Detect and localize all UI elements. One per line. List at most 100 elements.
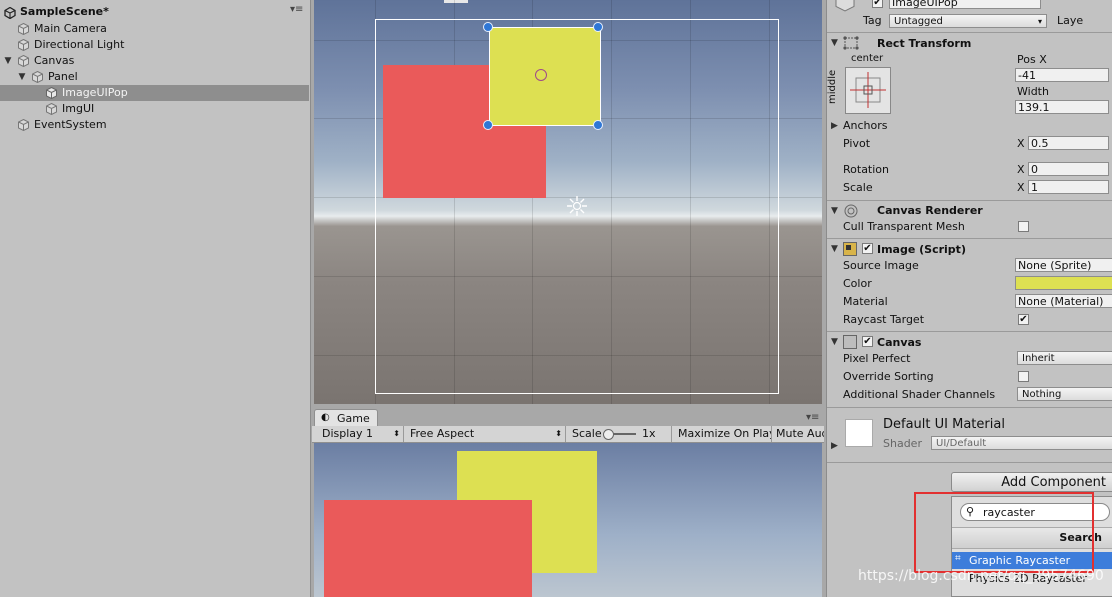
- scene-view[interactable]: [314, 0, 822, 404]
- shader-channels-dropdown[interactable]: Nothing: [1017, 387, 1112, 401]
- raycast-target-checkbox[interactable]: ✔: [1018, 314, 1029, 325]
- scale-x-label: X: [1017, 181, 1025, 194]
- tag-dropdown[interactable]: Untagged ▾: [889, 14, 1047, 28]
- cull-checkbox[interactable]: [1018, 221, 1029, 232]
- display-value: Display 1: [322, 427, 374, 440]
- hierarchy-item-imgui[interactable]: ImgUI: [0, 101, 309, 117]
- shader-dropdown[interactable]: UI/Default: [931, 436, 1112, 450]
- material-preview: [845, 419, 873, 447]
- pivot-handle[interactable]: [535, 69, 547, 81]
- scale-control: Scale 1x: [566, 426, 672, 442]
- dropdown-arrows-icon: ⬍: [393, 429, 400, 438]
- rotation-label: Rotation: [843, 163, 890, 176]
- pivot-label: Pivot: [843, 137, 871, 150]
- menu-icon[interactable]: ▾≡: [290, 4, 303, 15]
- expand-arrow-icon[interactable]: ▼: [18, 69, 26, 85]
- hierarchy-panel: SampleScene* ▾≡ Main Camera Directional …: [0, 0, 311, 597]
- anchor-presets-button[interactable]: [845, 67, 891, 114]
- rect-handle-bottom-right[interactable]: [593, 120, 603, 130]
- layer-label: Laye: [1057, 14, 1084, 27]
- aspect-dropdown[interactable]: Free Aspect ⬍: [404, 426, 566, 442]
- rotation-x-value: 0: [1031, 163, 1038, 176]
- hierarchy-item-main-camera[interactable]: Main Camera: [0, 21, 309, 37]
- pixel-perfect-value: Inherit: [1022, 353, 1055, 364]
- foldout-arrow-icon[interactable]: ▼: [831, 337, 838, 347]
- object-name-field[interactable]: ImageUIPop: [889, 0, 1041, 9]
- game-viewport: [314, 443, 822, 597]
- canvas-component-icon: [843, 335, 857, 349]
- scene-header[interactable]: SampleScene* ▾≡: [0, 3, 308, 21]
- foldout-arrow-icon[interactable]: ▼: [831, 244, 838, 254]
- material-label: Material: [843, 295, 888, 308]
- override-sorting-checkbox[interactable]: [1018, 371, 1029, 382]
- rotation-x-field[interactable]: 0: [1028, 162, 1109, 176]
- divider: [827, 200, 1112, 201]
- menu-icon[interactable]: ▾≡: [806, 412, 819, 423]
- rect-handle-bottom-left[interactable]: [483, 120, 493, 130]
- foldout-arrow-icon[interactable]: ▼: [831, 206, 838, 216]
- width-field[interactable]: 139.1: [1015, 100, 1109, 114]
- material-field[interactable]: None (Material): [1015, 294, 1112, 308]
- hierarchy-item-label: EventSystem: [34, 118, 107, 131]
- pixel-perfect-dropdown[interactable]: Inherit: [1017, 351, 1112, 365]
- tag-value: Untagged: [894, 16, 943, 27]
- tab-game[interactable]: ◐ Game: [314, 409, 378, 427]
- foldout-arrow-icon[interactable]: ▼: [831, 38, 838, 48]
- scale-x-field[interactable]: 1: [1028, 180, 1109, 194]
- gameobject-icon: [46, 103, 57, 115]
- scale-value: 1x: [642, 427, 656, 440]
- hierarchy-item-label: ImageUIPop: [62, 86, 128, 99]
- shader-channels-label: Additional Shader Channels: [843, 388, 996, 401]
- hierarchy-item-imageuipop[interactable]: ImageUIPop: [0, 85, 309, 101]
- scale-slider-thumb[interactable]: [603, 429, 614, 440]
- scene-tab[interactable]: [444, 0, 468, 3]
- hierarchy-item-eventsystem[interactable]: EventSystem: [0, 117, 309, 133]
- source-image-label: Source Image: [843, 259, 919, 272]
- shader-value: UI/Default: [936, 438, 987, 449]
- anchor-horizontal-label: center: [851, 53, 884, 64]
- pivot-x-field[interactable]: 0.5: [1028, 136, 1109, 150]
- cull-label: Cull Transparent Mesh: [843, 220, 965, 233]
- override-sorting-label: Override Sorting: [843, 370, 934, 383]
- scene-title: SampleScene*: [20, 5, 109, 18]
- hierarchy-item-canvas[interactable]: ▼ Canvas: [0, 53, 309, 69]
- hierarchy-item-label: Canvas: [34, 54, 75, 67]
- image-enabled-checkbox[interactable]: ✔: [862, 243, 873, 254]
- hierarchy-item-panel[interactable]: ▼ Panel: [0, 69, 309, 85]
- width-value: 139.1: [1018, 101, 1050, 114]
- rect-handle-top-right[interactable]: [593, 22, 603, 32]
- foldout-arrow-icon[interactable]: ▶: [831, 441, 838, 451]
- canvas-enabled-checkbox[interactable]: ✔: [862, 336, 873, 347]
- display-dropdown[interactable]: Display 1 ⬍: [316, 426, 404, 442]
- add-component-label: Add Component: [1001, 475, 1106, 490]
- add-component-button[interactable]: Add Component: [951, 472, 1112, 492]
- divider: [827, 238, 1112, 239]
- width-label: Width: [1017, 85, 1049, 98]
- hierarchy-item-directional-light[interactable]: Directional Light: [0, 37, 309, 53]
- mute-label: Mute Aud: [776, 427, 824, 440]
- maximize-on-play-toggle[interactable]: Maximize On Play: [672, 426, 772, 442]
- rect-transform-icon: [843, 36, 859, 50]
- source-image-field[interactable]: None (Sprite): [1015, 258, 1112, 272]
- gameobject-icon: [46, 87, 57, 99]
- color-swatch[interactable]: [1015, 276, 1112, 290]
- shader-label: Shader: [883, 437, 922, 450]
- canvas-title: Canvas: [877, 336, 922, 349]
- tag-label: Tag: [863, 14, 882, 27]
- hierarchy-item-label: ImgUI: [62, 102, 95, 115]
- unity-scene-icon: [4, 7, 16, 19]
- active-checkbox[interactable]: ✔: [872, 0, 883, 8]
- directional-light-icon: [567, 196, 587, 216]
- hierarchy-item-label: Panel: [48, 70, 78, 83]
- mute-audio-toggle[interactable]: Mute Aud: [772, 426, 824, 442]
- expand-arrow-icon[interactable]: ▼: [4, 53, 12, 69]
- anchors-label: Anchors: [843, 119, 888, 132]
- game-icon: ◐: [321, 412, 330, 423]
- rect-handle-top-left[interactable]: [483, 22, 493, 32]
- dropdown-arrows-icon: ⬍: [555, 429, 562, 438]
- foldout-arrow-icon[interactable]: ▶: [831, 121, 838, 131]
- color-label: Color: [843, 277, 872, 290]
- posx-field[interactable]: -41: [1015, 68, 1109, 82]
- hierarchy-item-label: Directional Light: [34, 38, 125, 51]
- image-component-icon: [843, 242, 857, 256]
